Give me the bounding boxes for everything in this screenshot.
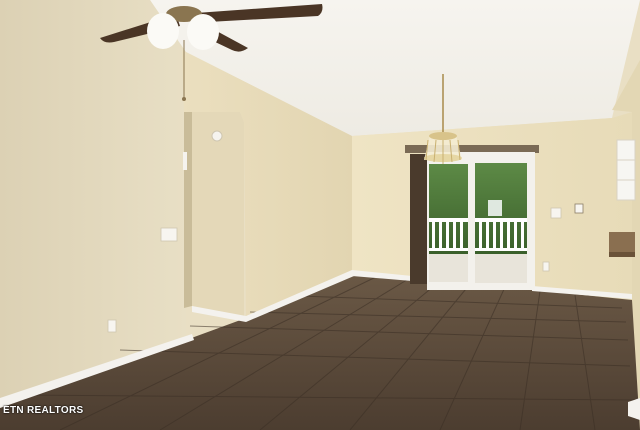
curtain-panel	[410, 154, 428, 284]
outdoor-sign	[488, 200, 502, 216]
wall-shelf-unit	[616, 139, 636, 201]
watermark-text: ETN REALTORS	[3, 405, 84, 416]
deck-floor-left	[429, 254, 468, 282]
outlet-left	[107, 319, 117, 333]
light-switch-left	[160, 227, 178, 242]
hallway-opening	[184, 112, 244, 318]
room-illustration	[0, 0, 640, 430]
thermostat	[574, 203, 584, 214]
left-wall	[0, 0, 186, 405]
door-mullion	[468, 160, 475, 288]
deck-floor-right	[475, 254, 527, 283]
smoke-detector	[211, 130, 223, 142]
room-photo: ETN REALTORS	[0, 0, 640, 430]
light-switch-back	[550, 207, 562, 219]
outlet-back	[542, 261, 550, 272]
hallway-shadow	[184, 112, 192, 308]
hallway-door-edge	[183, 152, 187, 170]
curtain-rod	[405, 145, 539, 153]
counter-edge	[609, 232, 635, 254]
chandelier	[424, 132, 462, 164]
